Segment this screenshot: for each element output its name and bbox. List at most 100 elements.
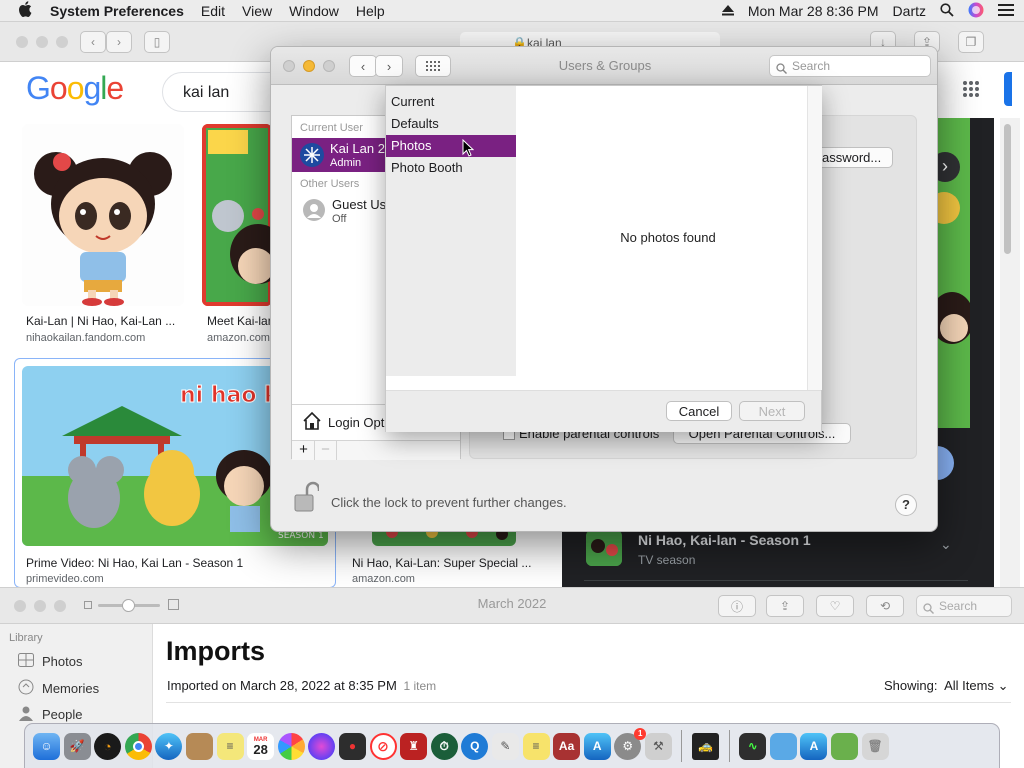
sidebar-item-people[interactable]: People [18,705,82,724]
sidebar-toggle-icon[interactable]: ▯ [144,31,170,53]
menu-user[interactable]: Dartz [893,3,926,19]
result-caption[interactable]: Prime Video: Ni Hao, Kai Lan - Season 1 [26,556,326,570]
rotate-icon[interactable]: ⟲ [866,595,904,617]
heart-icon[interactable]: ♡ [816,595,854,617]
source-item-current[interactable]: Current [386,91,516,113]
dictionary-icon[interactable]: Aa [553,732,581,760]
result-image-kailan-1[interactable] [22,124,184,306]
chess-icon[interactable]: ♜ [400,732,428,760]
sign-in-button[interactable] [1004,72,1012,106]
ug-search-field[interactable]: Search [769,55,931,77]
safari-forward-icon[interactable]: › [106,31,132,53]
quicktime-icon[interactable]: Q [461,732,489,760]
chrome-icon[interactable] [124,732,152,760]
app-store-folder-icon[interactable]: A [800,732,828,760]
result-source[interactable]: amazon.com [207,332,272,344]
textedit-icon[interactable]: ✎ [491,732,519,760]
app-store-icon[interactable]: A [583,732,611,760]
photos-app-icon[interactable] [277,732,305,760]
tabs-icon[interactable]: ❐ [958,31,984,53]
siri-icon[interactable] [968,2,984,21]
help-button[interactable]: ? [895,494,917,516]
source-item-photo-booth[interactable]: Photo Booth [386,157,516,179]
sidebar-item-photos[interactable]: Photos [18,653,82,670]
result-caption[interactable]: Meet Kai-lan [207,314,272,328]
user-list-footer: + − [292,440,460,460]
photos-search-field[interactable]: Search [916,595,1012,617]
remove-user-button[interactable]: − [315,441,337,460]
panel-expand-icon[interactable]: ⌄ [940,536,952,553]
result-source[interactable]: amazon.com [352,573,542,585]
panel-thumbnail[interactable] [586,530,622,566]
notes-icon[interactable]: ≡ [522,732,550,760]
lock-open-icon[interactable] [293,481,321,516]
trash-icon[interactable]: 🗑 [861,732,889,760]
guest-status: Off [332,213,347,225]
news-icon[interactable]: ⊘ [369,732,397,760]
notefile-icon[interactable] [185,732,213,760]
panel-title[interactable]: Ni Hao, Kai-lan - Season 1 [638,532,811,548]
cancel-button[interactable]: Cancel [666,401,732,421]
import-info: Imported on March 28, 2022 at 8:35 PM 1 … [167,678,436,693]
siri-dock-icon[interactable] [308,732,336,760]
source-item-photos[interactable]: Photos [386,135,516,157]
photo-booth-icon[interactable]: ● [338,732,366,760]
search-icon [776,60,787,80]
result-caption[interactable]: Ni Hao, Kai-Lan: Super Special ... [352,556,542,570]
control-center-icon[interactable] [998,3,1014,19]
result-source[interactable]: primevideo.com [26,573,326,585]
result-image-kailan-2[interactable] [202,124,272,306]
safari-zoom-button[interactable] [56,36,68,48]
safari-minimize-button[interactable] [36,36,48,48]
safari-close-button[interactable] [16,36,28,48]
change-password-button[interactable]: assword... [811,147,893,168]
panel-divider [584,580,968,581]
menu-window[interactable]: Window [289,3,339,19]
preview-icon[interactable] [831,732,859,760]
stickies-icon[interactable]: ≡ [216,732,244,760]
add-user-button[interactable]: + [293,441,315,460]
eject-icon[interactable] [721,3,734,19]
system-preferences-icon[interactable]: ⚙ 1 [614,727,647,760]
google-logo[interactable]: Google [26,70,124,107]
calendar-icon[interactable]: MAR 28 [247,732,275,760]
result-caption[interactable]: Kai-Lan | Ni Hao, Kai-Lan ... [26,314,184,328]
result-source[interactable]: nihaokailan.fandom.com [26,332,184,344]
photos-toolbar: March 2022 ⓘ ⇪ ♡ ⟲ Search [0,588,1024,624]
sidebar-label: People [42,707,83,722]
safari-icon[interactable]: ✦ [155,732,183,760]
user-name: Kai Lan 2 [330,141,385,156]
showing-filter[interactable]: Showing: All Items ⌄ [884,678,1008,694]
activity-monitor-icon[interactable]: ∿ [739,732,767,760]
time-machine-icon[interactable]: ⏱ [430,732,458,760]
sidebar-item-memories[interactable]: Memories [18,679,99,698]
safari-back-icon[interactable]: ‹ [80,31,106,53]
spotlight-icon[interactable] [940,2,954,20]
apple-menu-icon[interactable] [18,0,36,21]
dashboard-icon[interactable]: ◔ [94,732,122,760]
snowflake-avatar-icon [300,143,324,167]
utilities-icon[interactable]: ⚒ [644,732,672,760]
season-badge: SEASON 1 [278,531,324,541]
guest-name: Guest Us [332,197,387,212]
menu-edit[interactable]: Edit [201,3,225,19]
menu-clock[interactable]: Mon Mar 28 8:36 PM [748,3,879,19]
finder-icon[interactable]: ☺ [33,732,60,760]
showing-label: Showing: [884,678,938,693]
guest-avatar-icon [303,199,325,221]
next-button[interactable]: Next [739,401,805,421]
menu-app-name[interactable]: System Preferences [50,3,184,19]
safari-scrollbar[interactable] [1000,118,1020,587]
info-icon[interactable]: ⓘ [718,595,756,617]
car-game-icon[interactable]: 🚕 [692,732,720,760]
source-item-defaults[interactable]: Defaults [386,113,516,135]
launchpad-icon[interactable]: 🚀 [63,732,91,760]
chevron-down-icon: ⌄ [997,678,1009,693]
menu-help[interactable]: Help [356,3,385,19]
memories-icon [18,679,34,698]
menu-view[interactable]: View [242,3,272,19]
imports-divider [166,702,1011,703]
apps-grid-icon[interactable] [962,80,980,101]
downloads-folder-icon[interactable] [769,732,797,760]
photos-share-icon[interactable]: ⇪ [766,595,804,617]
